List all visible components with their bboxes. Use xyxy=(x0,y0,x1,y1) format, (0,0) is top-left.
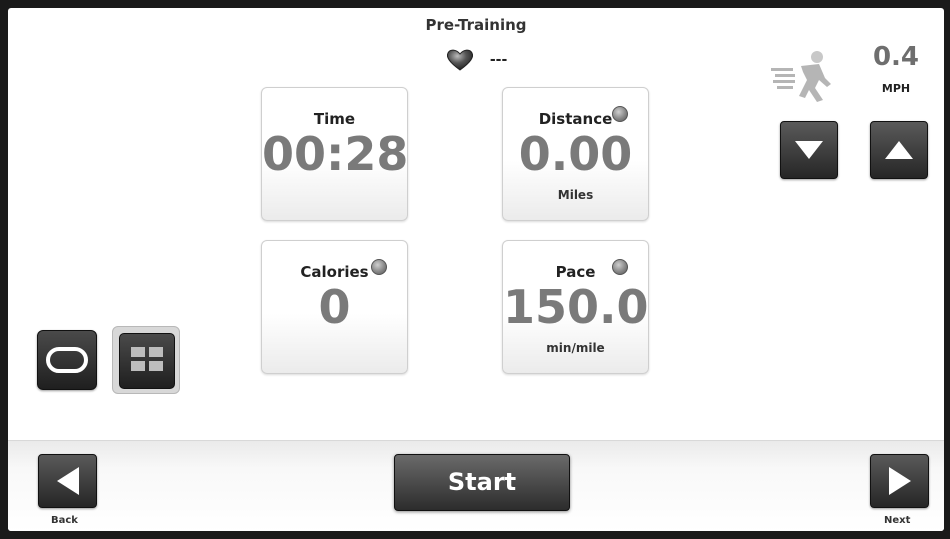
time-tile: Time 00:28 xyxy=(261,87,408,221)
time-value: 00:28 xyxy=(262,127,409,181)
speed-up-icon xyxy=(885,141,913,159)
start-button[interactable]: Start xyxy=(394,454,570,511)
distance-value: 0.00 xyxy=(518,127,633,181)
track-view-icon xyxy=(46,347,88,373)
back-button[interactable] xyxy=(38,454,97,508)
track-view-button[interactable] xyxy=(37,330,97,390)
heart-icon xyxy=(446,49,473,71)
back-arrow-icon xyxy=(56,467,79,495)
back-label: Back xyxy=(51,515,78,526)
calories-tile[interactable]: Calories 0 xyxy=(261,240,408,374)
distance-indicator-icon xyxy=(612,106,628,122)
next-button[interactable] xyxy=(870,454,929,508)
distance-unit: Miles xyxy=(557,188,594,202)
pace-unit: min/mile xyxy=(546,341,605,355)
speed-up-button[interactable] xyxy=(870,121,928,179)
runner-icon xyxy=(771,51,831,102)
speed-down-button[interactable] xyxy=(780,121,838,179)
speed-unit: MPH xyxy=(881,82,911,95)
pace-tile[interactable]: Pace 150.0 min/mile xyxy=(502,240,649,374)
speed-value: 0.4 xyxy=(872,42,920,72)
heart-rate-value: --- xyxy=(489,52,508,68)
speed-down-icon xyxy=(795,141,823,159)
page-title: Pre-Training xyxy=(425,16,527,34)
pace-indicator-icon xyxy=(612,259,628,275)
calories-indicator-icon xyxy=(371,259,387,275)
grid-view-button[interactable] xyxy=(112,326,180,394)
grid-view-icon xyxy=(131,347,163,371)
distance-tile[interactable]: Distance 0.00 Miles xyxy=(502,87,649,221)
workout-screen: Pre-Training --- 0.4 MPH Time 00:28 Dist… xyxy=(8,8,944,531)
next-label: Next xyxy=(884,515,911,526)
next-arrow-icon xyxy=(888,467,911,495)
time-label: Time xyxy=(313,110,356,128)
pace-value: 150.0 xyxy=(503,280,649,334)
calories-value: 0 xyxy=(318,280,351,334)
